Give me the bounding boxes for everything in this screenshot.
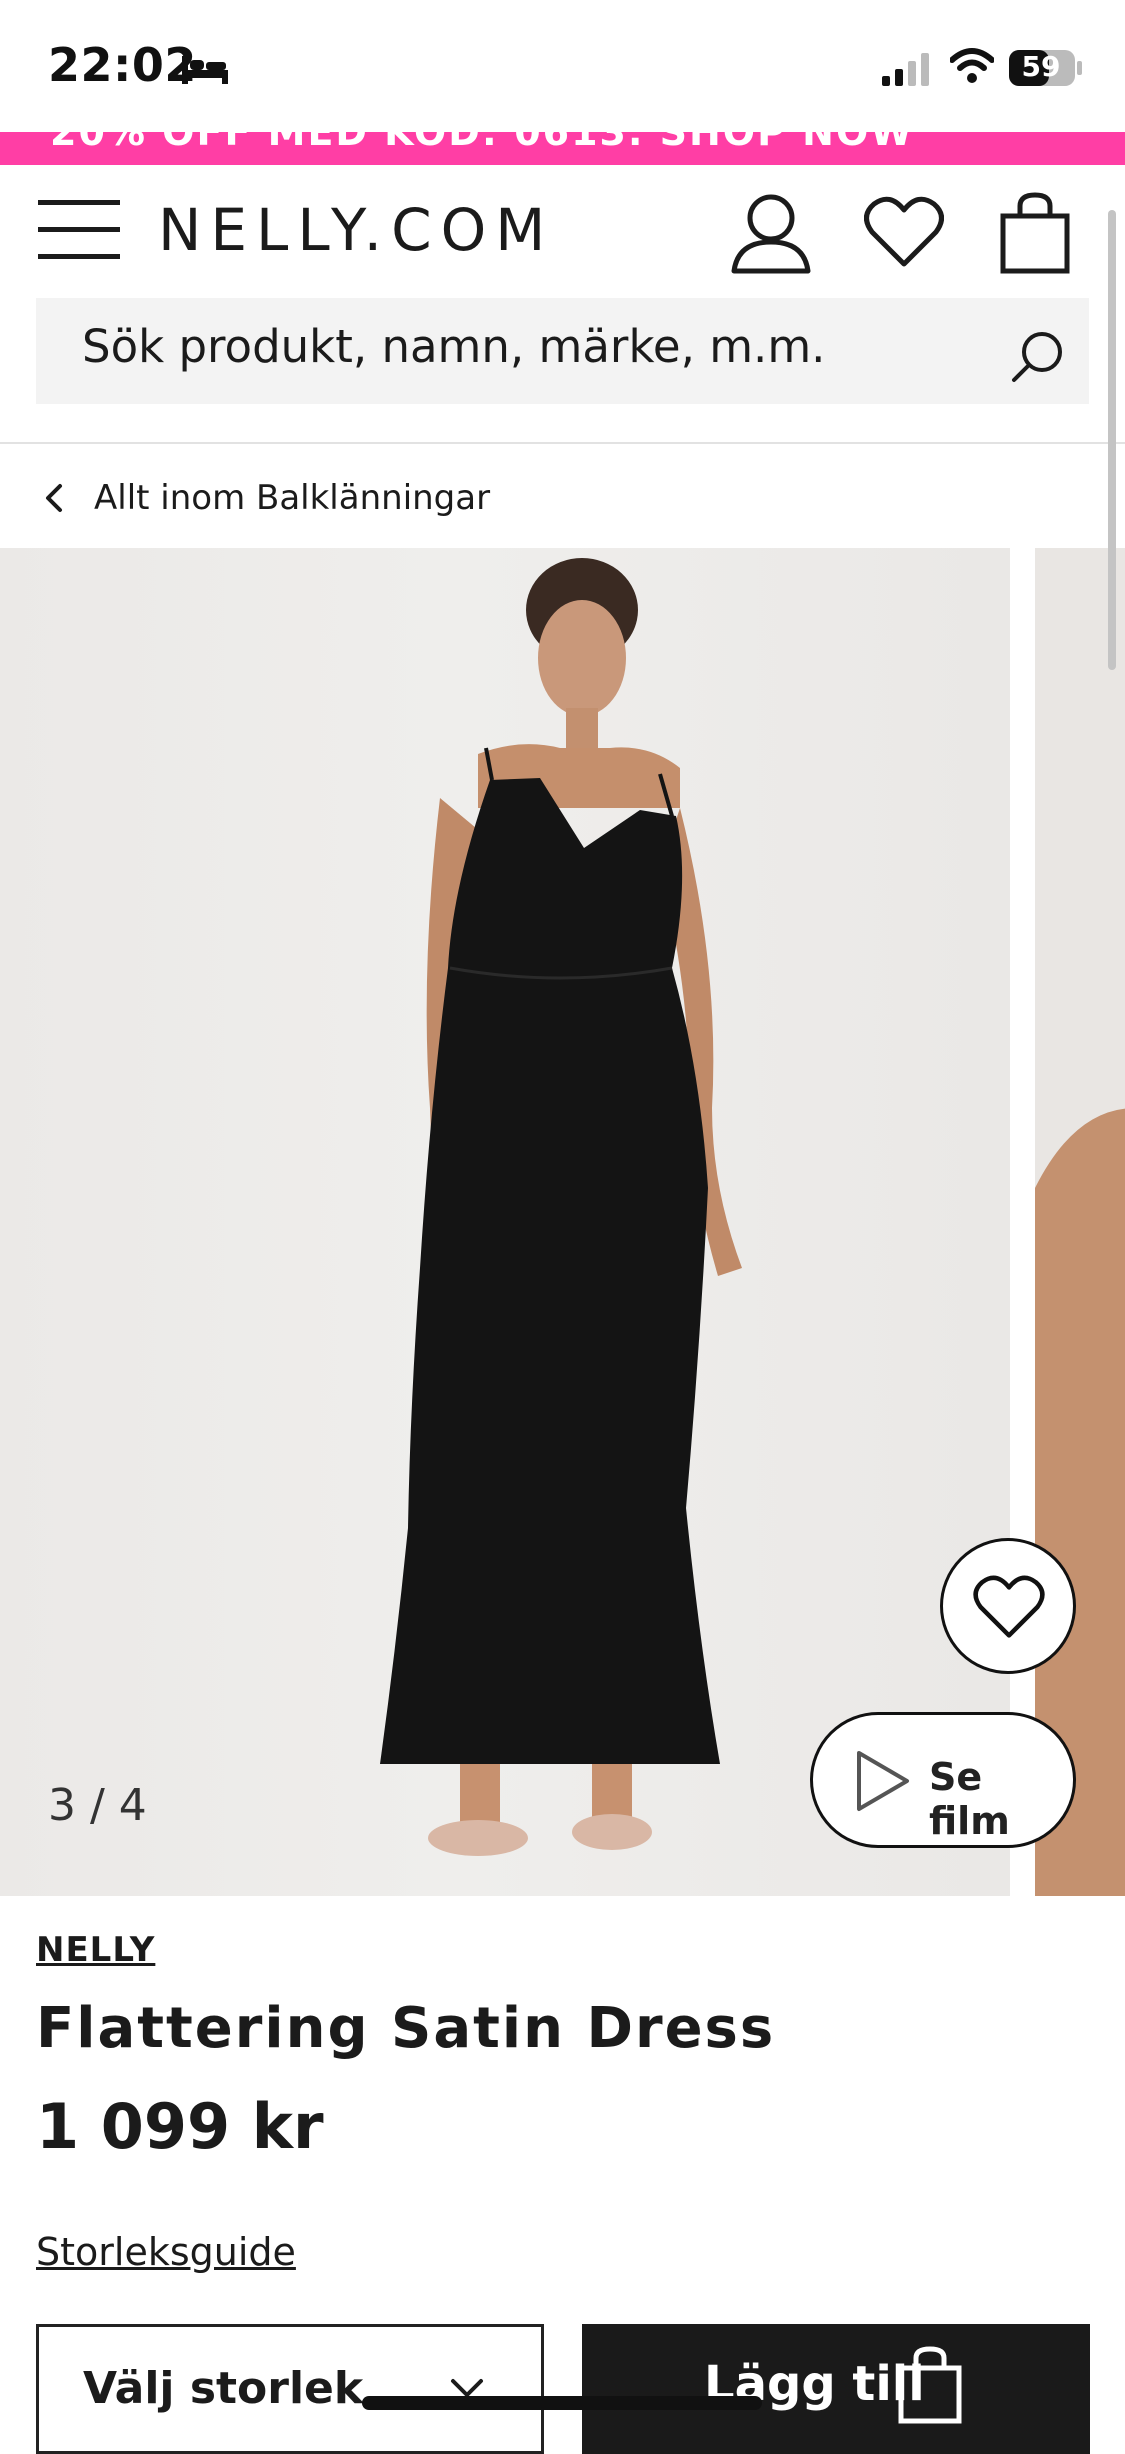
image-wishlist-button[interactable] — [940, 1538, 1076, 1674]
next-product-image-peek[interactable] — [1035, 548, 1125, 1896]
shopping-bag-icon — [898, 2346, 962, 2424]
search-input[interactable]: Sök produkt, namn, märke, m.m. — [82, 320, 825, 373]
next-image-preview — [1035, 1108, 1125, 1896]
product-image-gallery[interactable]: 3 / 4 Se film — [0, 548, 1125, 1898]
promo-text: 20% OFF MED KOD: 0613. SHOP NOW — [50, 132, 915, 154]
status-time: 22:02 — [48, 38, 197, 92]
page-scrollbar[interactable] — [1108, 210, 1116, 670]
battery-level: 59 — [1021, 50, 1061, 83]
wifi-icon — [950, 48, 994, 83]
promo-banner[interactable]: 20% OFF MED KOD: 0613. SHOP NOW — [0, 132, 1125, 165]
heart-icon[interactable] — [864, 196, 944, 268]
home-indicator — [362, 2396, 762, 2410]
model-in-dress-illustration — [380, 558, 742, 1856]
image-counter: 3 / 4 — [48, 1780, 147, 1831]
size-select[interactable]: Välj storlek — [36, 2324, 544, 2454]
hamburger-menu-icon[interactable] — [38, 198, 120, 262]
product-image[interactable] — [0, 548, 1010, 1896]
play-video-button[interactable]: Se film — [810, 1712, 1076, 1848]
shopping-bag-icon[interactable] — [1000, 192, 1070, 274]
play-icon — [857, 1751, 909, 1811]
product-title: Flattering Satin Dress — [36, 1996, 776, 2061]
video-button-label: Se film — [929, 1755, 1010, 1843]
brand-link[interactable]: NELLY — [36, 1930, 155, 1970]
nelly-logo[interactable]: NELLY.COM — [158, 196, 554, 264]
cellular-signal-icon — [882, 53, 929, 86]
breadcrumb-label[interactable]: Allt inom Balklänningar — [94, 478, 490, 518]
account-icon[interactable] — [730, 192, 812, 274]
size-select-label: Välj storlek — [83, 2363, 364, 2414]
search-icon[interactable] — [1010, 328, 1066, 384]
bed-icon — [182, 56, 228, 84]
size-guide-link[interactable]: Storleksguide — [36, 2230, 296, 2274]
header-divider — [0, 442, 1125, 444]
heart-icon — [973, 1575, 1045, 1638]
product-price: 1 099 kr — [36, 2090, 324, 2163]
add-to-cart-button[interactable]: Lägg till — [582, 2324, 1090, 2454]
chevron-left-icon[interactable] — [40, 480, 70, 516]
